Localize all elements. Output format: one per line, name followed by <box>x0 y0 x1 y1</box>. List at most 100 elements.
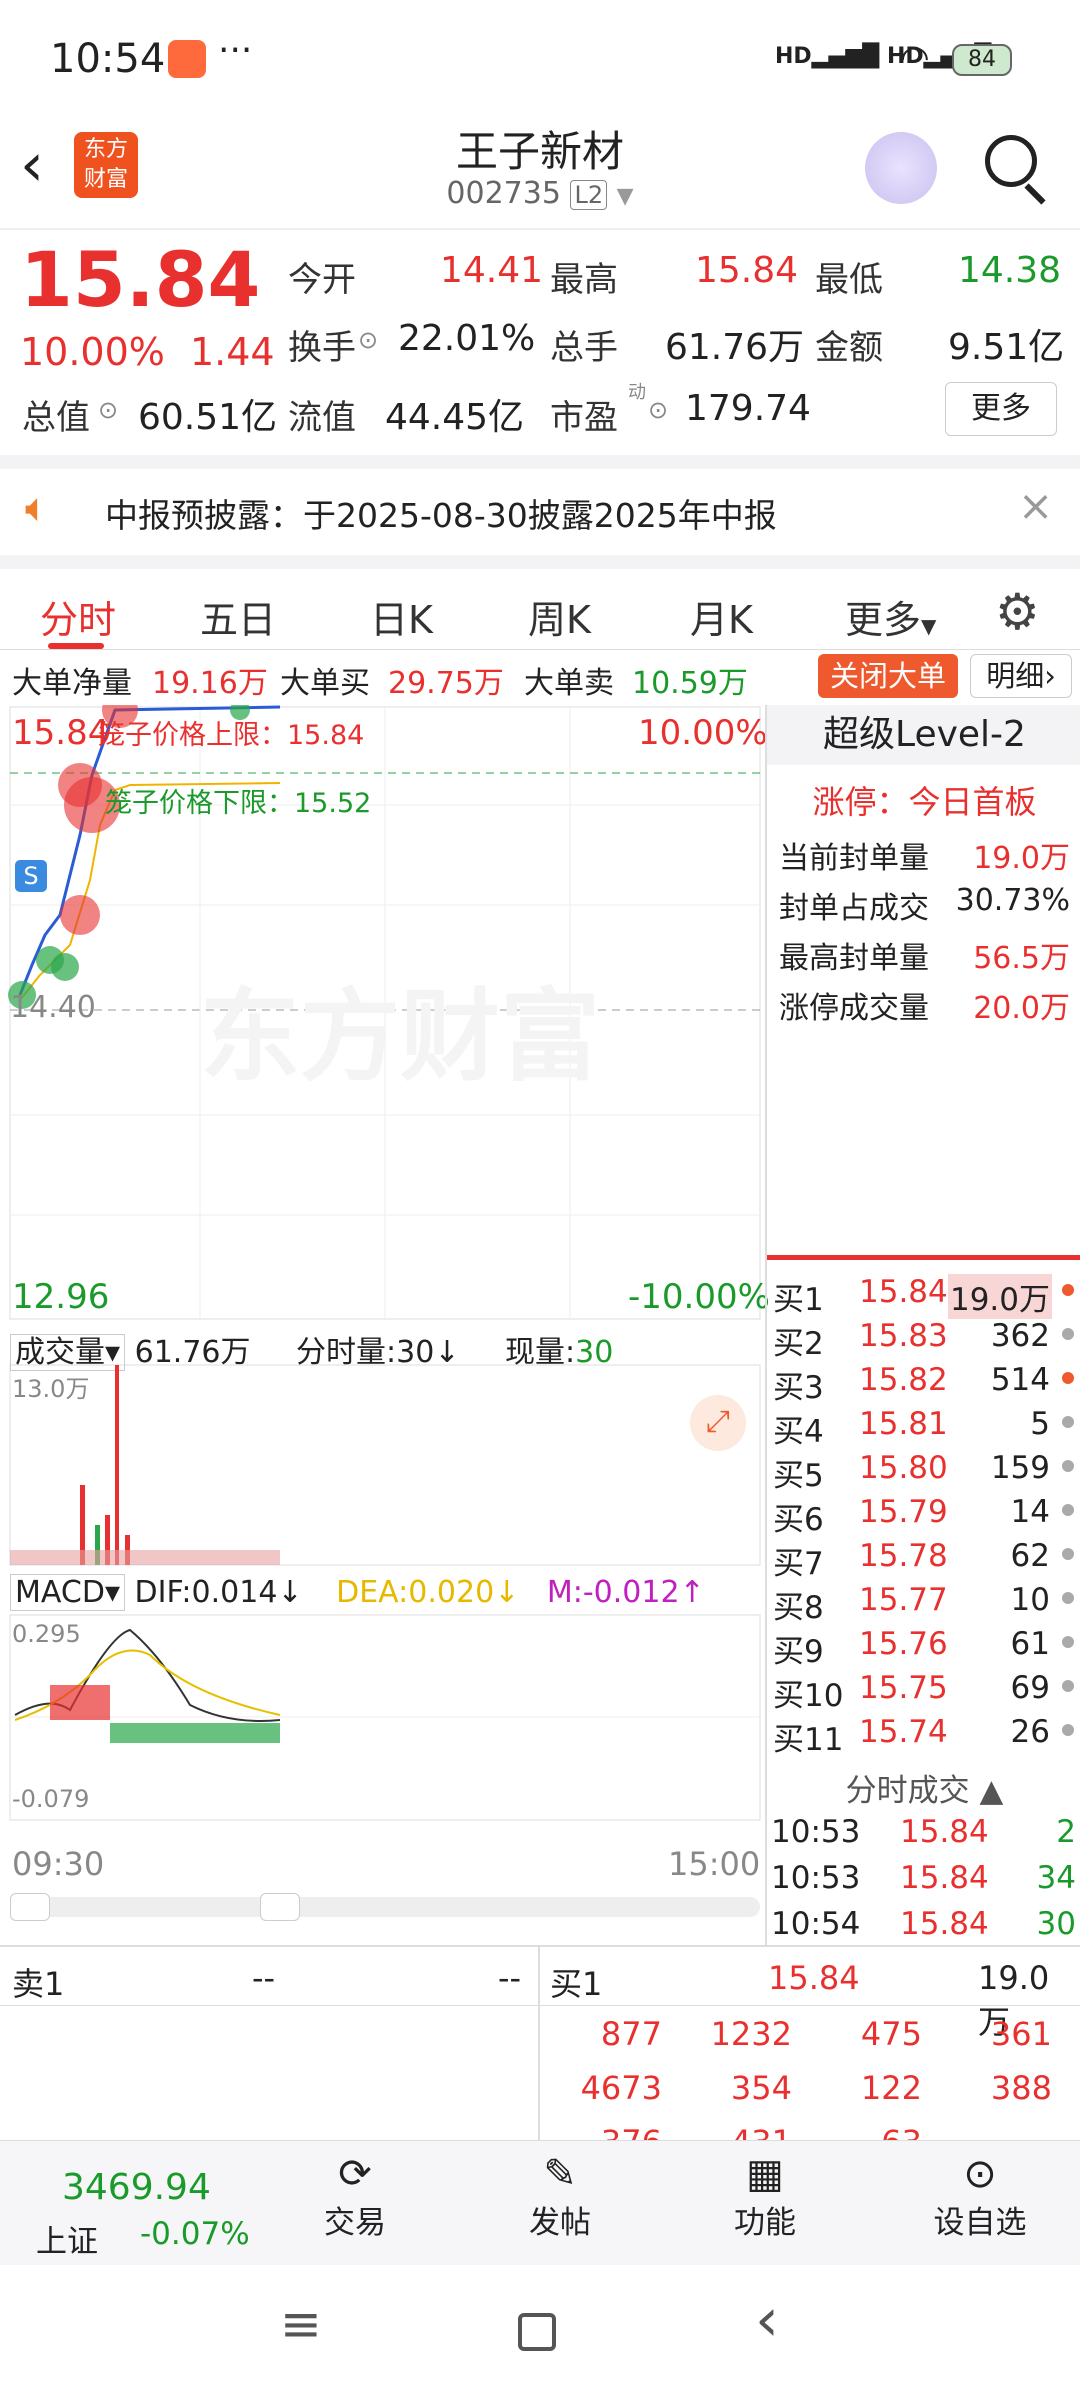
tab-zhouk[interactable]: 周K <box>528 589 591 644</box>
low-value: 14.38 <box>958 250 1062 291</box>
menu-icon[interactable]: ≡ <box>280 2295 322 2353</box>
s-badge[interactable]: S <box>15 860 47 892</box>
order-volume: 26 <box>1010 1714 1050 1750</box>
nav-post[interactable]: ✎ 发帖 <box>495 2151 625 2242</box>
time-end: 15:00 <box>668 1845 761 1883</box>
order-book-row: 买3 15.82 514 <box>767 1358 1080 1406</box>
order-book-row: 买9 15.76 61 <box>767 1622 1080 1670</box>
bottom-nav: 3469.94 上证 -0.07% ⟳ 交易 ✎ 发帖 ▦ 功能 ⊙ 设自选 <box>0 2140 1080 2265</box>
trade-row: 10:53 15.84 34 <box>767 1856 1080 1902</box>
order-price: 15.75 <box>859 1670 948 1706</box>
open-value: 14.41 <box>440 250 544 291</box>
wifi-icon: ◠ <box>900 38 930 78</box>
big-net-value: 19.16万 <box>152 666 268 701</box>
level2-title[interactable]: 超级Level-2 <box>767 705 1080 765</box>
more-button[interactable]: 更多 <box>945 382 1057 436</box>
price-axis-mid: 14.40 <box>10 990 96 1025</box>
edit-icon: ✎ <box>543 2151 577 2197</box>
order-volume: 362 <box>990 1318 1050 1354</box>
queue-cell: 361 <box>990 2015 1052 2053</box>
trades-title[interactable]: 分时成交 ▲ <box>767 1765 1080 1810</box>
back-nav-icon[interactable]: ‹ <box>755 2285 779 2355</box>
app-notification-icon <box>168 40 206 78</box>
trade-price: 15.84 <box>900 1860 989 1896</box>
big-sell-value: 10.59万 <box>632 666 748 701</box>
queue-cell: 354 <box>730 2069 792 2107</box>
home-icon[interactable] <box>518 2313 556 2351</box>
queue-cell: 1232 <box>710 2015 792 2053</box>
order-level: 买11 <box>773 1722 844 1758</box>
mktcap-value: 60.51亿 <box>138 397 278 438</box>
detail-button[interactable]: 明细› <box>970 654 1072 698</box>
order-book-row: 买10 15.75 69 <box>767 1666 1080 1714</box>
order-price: 15.83 <box>859 1318 948 1354</box>
pe-value: 179.74 <box>685 388 811 429</box>
tab-yuek[interactable]: 月K <box>690 589 753 644</box>
queue-cell: 388 <box>990 2069 1052 2107</box>
trade-time: 10:53 <box>771 1860 861 1896</box>
tab-fenshi[interactable]: 分时 <box>40 589 116 644</box>
notice-text: 中报预披露：于2025-08-30披露2025年中报 <box>105 496 777 535</box>
order-level: 买8 <box>773 1590 824 1626</box>
notice-bar[interactable]: 🔈︎ 中报预披露：于2025-08-30披露2025年中报 × <box>0 455 1080 555</box>
robot-assistant-icon[interactable] <box>865 132 937 204</box>
turnover-value: 22.01% <box>398 318 536 359</box>
time-scrollbar[interactable] <box>10 1893 760 1921</box>
watermark: 东方财富 <box>200 978 600 1095</box>
limit-stat-row: 封单占成交 30.73% <box>767 875 1080 926</box>
stat-value: 30.73% <box>955 883 1070 918</box>
order-dot <box>1062 1460 1074 1472</box>
order-price: 15.79 <box>859 1494 948 1530</box>
scroll-handle-right[interactable] <box>260 1893 300 1921</box>
close-big-order-button[interactable]: 关闭大单 <box>818 654 958 698</box>
order-price: 15.77 <box>859 1582 948 1618</box>
status-more: ··· <box>218 30 253 71</box>
order-dot <box>1062 1372 1074 1384</box>
search-icon[interactable] <box>985 135 1037 187</box>
order-price: 15.82 <box>859 1362 948 1398</box>
scroll-handle-left[interactable] <box>10 1893 50 1921</box>
stat-label: 涨停成交量 <box>779 991 929 1026</box>
trade-time: 10:54 <box>771 1906 861 1942</box>
nav-function[interactable]: ▦ 功能 <box>700 2151 830 2242</box>
battery-icon: 84 <box>952 44 1012 76</box>
order-volume: 62 <box>1010 1538 1050 1574</box>
order-book-row: 买7 15.78 62 <box>767 1534 1080 1582</box>
order-volume: 14 <box>1010 1494 1050 1530</box>
order-level: 买3 <box>773 1370 824 1406</box>
order-volume: 61 <box>1010 1626 1050 1662</box>
trade-price: 15.84 <box>900 1814 989 1850</box>
nav-add-watch[interactable]: ⊙ 设自选 <box>905 2151 1055 2242</box>
settings-gear-icon[interactable]: ⚙ <box>995 583 1040 641</box>
queue-cell: 475 <box>860 2015 922 2053</box>
order-level: 买9 <box>773 1634 824 1670</box>
order-dot <box>1062 1592 1074 1604</box>
volume-bars <box>10 1365 280 1565</box>
stat-label: 当前封单量 <box>779 841 929 876</box>
tab-wuri[interactable]: 五日 <box>200 589 276 644</box>
index-ticker[interactable]: 3469.94 上证 -0.07% <box>0 2141 250 2266</box>
system-nav: ≡ ‹ <box>0 2265 1080 2400</box>
intraday-chart[interactable]: 15.84 10.00% 笼子价格上限：15.84 笼子价格下限：15.52 S… <box>0 705 770 1945</box>
trade-row: 10:53 15.84 2 <box>767 1810 1080 1856</box>
trade-volume: 2 <box>1056 1814 1076 1850</box>
queue-cell: 4673 <box>580 2069 662 2107</box>
tab-more[interactable]: 更多▼ <box>845 589 936 644</box>
order-book-row: 买5 15.80 159 <box>767 1446 1080 1494</box>
cage-upper-label: 笼子价格上限：15.84 <box>98 720 365 751</box>
stat-label: 封单占成交 <box>779 891 929 926</box>
trade-price: 15.84 <box>900 1906 989 1942</box>
order-dot <box>1062 1548 1074 1560</box>
price-axis-bottom: 12.96 <box>12 1277 110 1317</box>
order-dot <box>1062 1636 1074 1648</box>
tab-rik[interactable]: 日K <box>370 589 433 644</box>
close-icon[interactable]: × <box>1018 481 1053 530</box>
tab-indicator <box>48 643 104 649</box>
order-book-row: 买2 15.83 362 <box>767 1314 1080 1362</box>
nav-trade[interactable]: ⟳ 交易 <box>290 2151 420 2242</box>
cage-lower-label: 笼子价格下限：15.52 <box>105 788 372 819</box>
macd-selector[interactable]: MACD▾ <box>10 1574 125 1611</box>
status-bar: 10:54 ··· HD▂▄▆█ HD▂▄▆█ ◠ 84 <box>0 0 1080 110</box>
expand-icon[interactable]: ⤢ <box>690 1395 746 1451</box>
order-volume: 5 <box>1030 1406 1050 1442</box>
